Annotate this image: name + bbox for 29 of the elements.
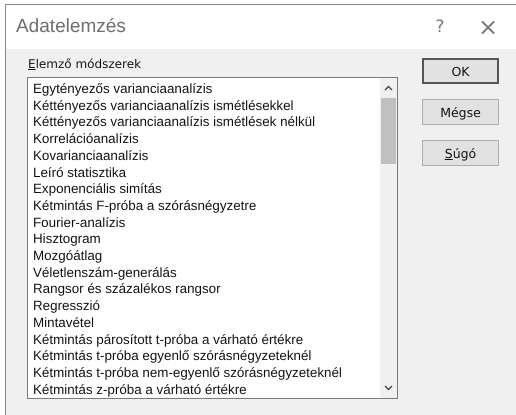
help-button[interactable]: ?: [416, 7, 464, 47]
dialog-button[interactable]: OK: [422, 58, 499, 84]
list-item[interactable]: Rangsor és százalékos rangsor: [33, 281, 380, 298]
list-item[interactable]: Exponenciális simítás: [33, 181, 380, 198]
list-item[interactable]: Leíró statisztika: [33, 164, 380, 182]
dialog-button[interactable]: Mégse: [422, 99, 499, 125]
list-item[interactable]: Kéttényezős varianciaanalízis ismétlésekkel: [33, 98, 380, 114]
list-item[interactable]: Korrelációanalízis: [33, 131, 380, 148]
list-item[interactable]: Fourier-analízis: [33, 214, 380, 232]
list-item[interactable]: Mintavétel: [33, 314, 380, 332]
list-item[interactable]: Kovarianciaanalízis: [33, 148, 380, 165]
list-item[interactable]: Hisztogram: [33, 231, 380, 248]
list-item[interactable]: Egytényezős varianciaanalízis: [33, 81, 380, 98]
list-item[interactable]: Véletlenszám-generálás: [33, 264, 380, 282]
list-item[interactable]: Kéttényezős varianciaanalízis ismétlések nélkül: [33, 114, 380, 132]
scroll-thumb[interactable]: [381, 98, 396, 164]
methods-list[interactable]: [27, 77, 398, 399]
list-item[interactable]: Mozgóátlag: [33, 248, 380, 265]
dialog-button[interactable]: Súgó: [422, 140, 499, 166]
close-button[interactable]: ×: [464, 7, 512, 47]
list-item[interactable]: Kétmintás F-próba a szórásnégyzetre: [33, 198, 380, 215]
methods-label: Elemző módszerek: [28, 57, 142, 71]
scrollbar[interactable]: [380, 78, 397, 398]
list-item[interactable]: Regresszió: [33, 298, 380, 315]
list-item[interactable]: Kétmintás t-próba nem-egyenlő szórásnégyzeteknél: [33, 364, 380, 382]
window-title: Adatelemzés: [16, 16, 127, 38]
list-item[interactable]: Kétmintás t-próba egyenlő szórásnégyzeteknél: [33, 348, 380, 365]
list-item[interactable]: Kétmintás z-próba a várható értékre: [33, 382, 380, 398]
list-item[interactable]: Kétmintás párosított t-próba a várható értékre: [33, 332, 380, 348]
